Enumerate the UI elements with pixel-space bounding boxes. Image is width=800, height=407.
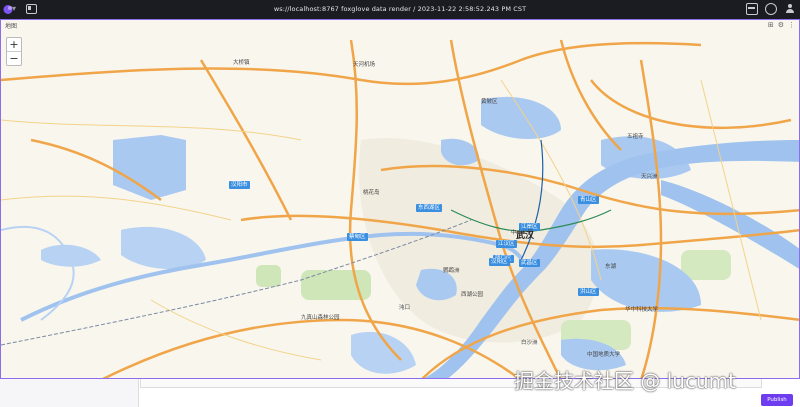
layout-icon[interactable] [746, 3, 758, 15]
district-badge: 汉阳市 [229, 181, 250, 189]
district-badge: 东西湖区 [416, 204, 443, 212]
district-badge: 武昌区 [519, 259, 540, 267]
map-label: 中山公园 [511, 230, 534, 236]
zoom-control: + − [6, 37, 22, 66]
zoom-in-button[interactable]: + [7, 38, 21, 51]
map-label: 白沙洲 [521, 340, 538, 346]
topbar-actions [746, 3, 796, 15]
publish-button[interactable]: Publish [761, 394, 793, 406]
map-label: 黄陂区 [481, 99, 498, 105]
map-label: 中国地质大学 [587, 352, 621, 358]
map-label: 五祖寺 [627, 134, 644, 140]
connection-title: ws://localhost:8767 foxglove data render… [273, 5, 527, 13]
map-label: 沌口 [399, 305, 411, 311]
district-badge: 洪山区 [578, 288, 599, 296]
district-badge: 青山区 [578, 196, 599, 204]
more-menu-icon[interactable]: ⋮ [788, 21, 795, 29]
district-badge: 蔡甸区 [347, 233, 368, 241]
district-badge: 汉阳区 [489, 258, 510, 266]
zoom-out-button[interactable]: − [7, 51, 21, 65]
map-label: 西湖公园 [461, 292, 484, 298]
settings-icon[interactable]: ⚙ [778, 21, 784, 29]
map-label: 华中科技大学 [625, 307, 659, 313]
map-label: 桃花岛 [363, 190, 380, 196]
map-label: 天兴洲 [641, 174, 658, 180]
watermark: 掘金技术社区 @ lucumt [514, 369, 736, 393]
map-panel: 地图 ⊞ ⚙ ⋮ + − 武汉 天河机场 大桥镇 东西湖区 汉阳市 黄陂区 江岸… [0, 19, 800, 379]
user-icon[interactable] [784, 3, 796, 15]
map-canvas[interactable] [1, 20, 800, 379]
bottom-left-pane [0, 379, 139, 407]
panel-header: 地图 ⊞ ⚙ ⋮ [1, 20, 799, 32]
panel-title: 地图 [5, 23, 18, 30]
map-label: 大桥镇 [233, 60, 250, 66]
map-label: 鹦鹉洲 [443, 268, 460, 274]
split-panel-icon[interactable]: ⊞ [768, 21, 774, 29]
map-label: 天河机场 [353, 62, 376, 68]
map-label: 九真山森林公园 [301, 315, 340, 321]
panel-actions: ⊞ ⚙ ⋮ [768, 21, 795, 29]
help-icon[interactable] [765, 3, 777, 15]
district-badge: 江汉区 [496, 240, 517, 248]
app-topbar: ▾ ws://localhost:8767 foxglove data rend… [0, 0, 800, 19]
map-label: 东湖 [605, 264, 617, 270]
